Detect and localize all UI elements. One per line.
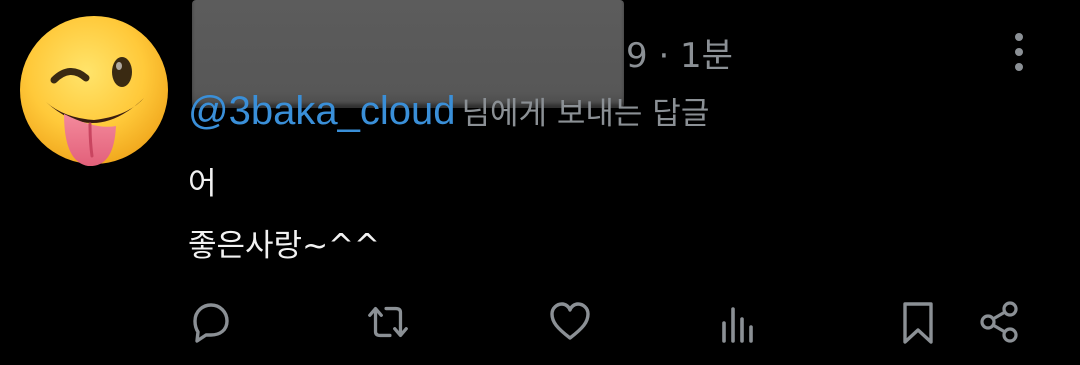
retweet-icon — [368, 306, 408, 338]
more-options-button[interactable] — [1004, 30, 1034, 74]
tweet-header: ㄴ 9 · 1분 — [188, 0, 748, 108]
views-button[interactable] — [714, 296, 762, 348]
views-icon — [722, 307, 753, 343]
like-button[interactable] — [546, 296, 594, 348]
tweet-text-line-2: 좋은사랑~^^ — [188, 228, 381, 264]
replying-to: @3baka_cloud 님에게 보내는 답글 — [188, 88, 709, 134]
bookmark-button[interactable] — [894, 296, 942, 348]
share-icon — [980, 301, 1018, 343]
reply-mention-link[interactable]: @3baka_cloud — [188, 89, 455, 133]
tweet-text-line-1: 어 — [188, 166, 217, 202]
more-vertical-icon — [1015, 33, 1023, 71]
retweet-button[interactable] — [364, 296, 412, 348]
like-icon — [550, 302, 590, 340]
tweet-action-bar — [0, 296, 1080, 352]
bookmark-icon — [903, 302, 933, 344]
tweet-timestamp[interactable]: 9 · 1분 — [626, 28, 733, 77]
reply-icon — [193, 303, 229, 343]
reply-suffix-label: 님에게 보내는 답글 — [461, 96, 710, 132]
reply-button[interactable] — [186, 296, 234, 348]
winking-tongue-emoji-icon — [20, 16, 168, 166]
share-button[interactable] — [976, 296, 1024, 348]
avatar[interactable] — [18, 14, 170, 166]
